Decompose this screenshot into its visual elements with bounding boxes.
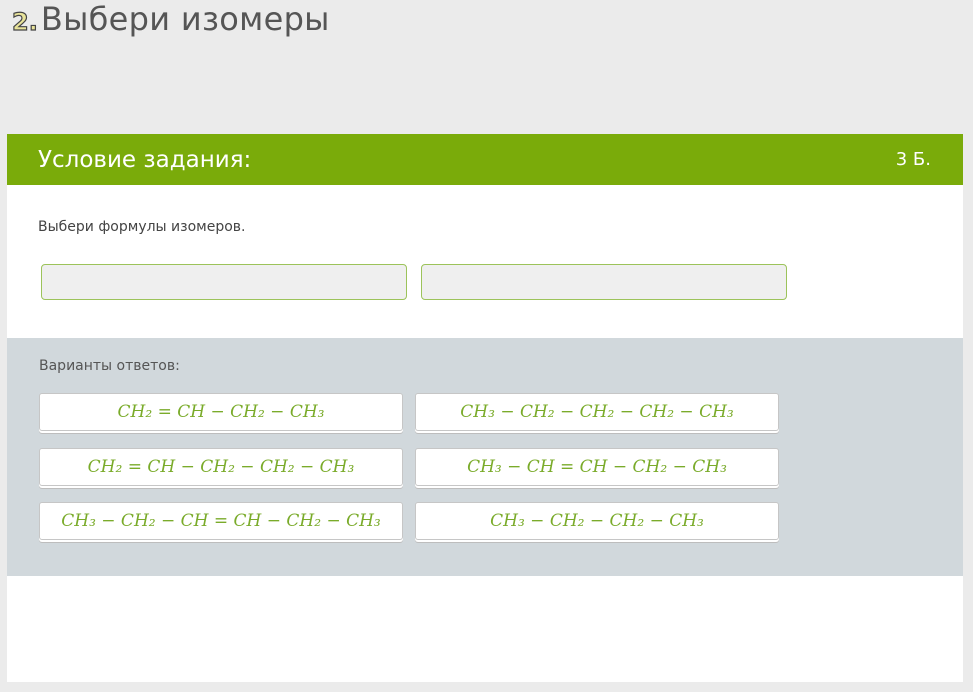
answer-option-3[interactable]: CH₂ = CH − CH₂ − CH₂ − CH₃ bbox=[39, 448, 403, 486]
task-points: 3 Б. bbox=[895, 149, 931, 170]
answer-option-2[interactable]: CH₃ − CH₂ − CH₂ − CH₂ − CH₃ bbox=[415, 393, 779, 431]
answer-option-1[interactable]: CH₂ = CH − CH₂ − CH₃ bbox=[39, 393, 403, 431]
task-body: Выбери формулы изомеров. bbox=[7, 185, 963, 338]
page-heading: 2. Выбери изомеры bbox=[11, 0, 330, 38]
page-title: Выбери изомеры bbox=[40, 0, 330, 38]
answer-option-4[interactable]: CH₃ − CH = CH − CH₂ − CH₃ bbox=[415, 448, 779, 486]
answer-option-5[interactable]: CH₃ − CH₂ − CH = CH − CH₂ − CH₃ bbox=[39, 502, 403, 540]
answers-label: Варианты ответов: bbox=[39, 358, 180, 374]
answer-options-panel: Варианты ответов: CH₂ = CH − CH₂ − CH₃ C… bbox=[7, 338, 963, 576]
question-number: 2. bbox=[11, 7, 38, 36]
answer-option-6[interactable]: CH₃ − CH₂ − CH₂ − CH₃ bbox=[415, 502, 779, 540]
task-header: Условие задания: 3 Б. bbox=[7, 134, 963, 185]
task-title: Условие задания: bbox=[38, 146, 252, 173]
answer-drop-slot-2[interactable] bbox=[421, 264, 787, 300]
task-prompt: Выбери формулы изомеров. bbox=[38, 219, 246, 235]
task-card: Условие задания: 3 Б. Выбери формулы изо… bbox=[7, 134, 963, 682]
answer-drop-slot-1[interactable] bbox=[41, 264, 407, 300]
